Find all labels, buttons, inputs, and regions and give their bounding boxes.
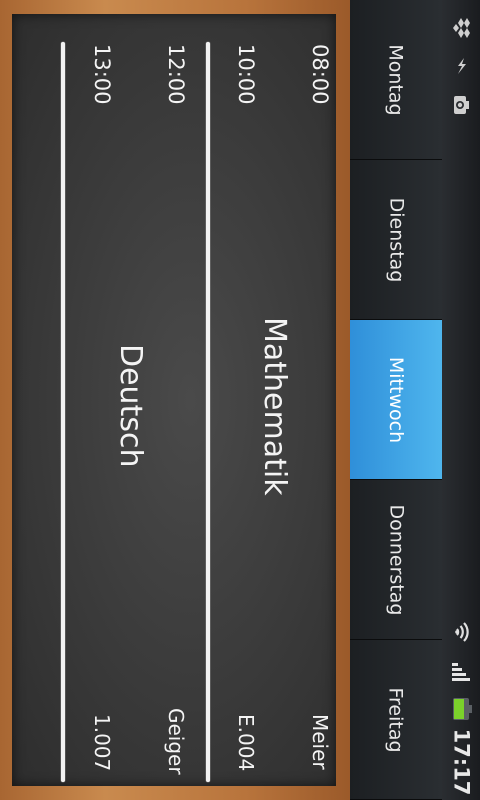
chalkboard-frame: 08:00 10:00 Mathematik Meier E.004 12:00… <box>0 0 350 800</box>
camera-icon <box>442 92 480 118</box>
tab-label: Donnerstag <box>385 504 407 615</box>
period-2-subject[interactable]: Deutsch <box>113 344 148 467</box>
tab-mittwoch[interactable]: Mittwoch <box>350 320 442 480</box>
tab-freitag[interactable]: Freitag <box>350 640 442 800</box>
dropbox-icon <box>442 16 480 40</box>
tab-montag[interactable]: Montag <box>350 0 442 160</box>
period-1-start-time: 08:00 <box>308 44 332 105</box>
wifi-icon <box>442 618 480 646</box>
period-divider-2 <box>61 42 65 782</box>
battery-icon <box>442 694 480 724</box>
tab-label: Montag <box>385 43 407 116</box>
tab-label: Mittwoch <box>384 356 407 443</box>
period-1-subject[interactable]: Mathematik <box>257 317 292 496</box>
period-1-teacher: Meier <box>308 714 332 770</box>
period-divider-1 <box>206 42 210 782</box>
tab-label: Dienstag <box>384 197 407 282</box>
tab-donnerstag[interactable]: Donnerstag <box>350 480 442 640</box>
period-2-room: 1.007 <box>90 714 114 772</box>
tab-dienstag[interactable]: Dienstag <box>350 160 442 320</box>
period-2-start-time: 12:00 <box>164 44 188 105</box>
weekday-tab-bar: Montag Dienstag Mittwoch Donnerstag Frei… <box>350 0 442 800</box>
usb-debug-icon <box>442 54 480 78</box>
period-2-end-time: 13:00 <box>90 44 114 105</box>
tab-label: Freitag <box>385 686 407 753</box>
period-1-end-time: 10:00 <box>234 44 258 105</box>
signal-icon <box>442 656 480 684</box>
period-1-room: E.004 <box>234 714 258 772</box>
status-bar[interactable] <box>442 0 480 800</box>
clock-text: 17:17 <box>449 728 474 796</box>
period-2-teacher: Geiger <box>164 708 188 775</box>
timetable-board: 08:00 10:00 Mathematik Meier E.004 12:00… <box>12 14 336 786</box>
status-bar-clock: 17:17 <box>442 728 480 796</box>
